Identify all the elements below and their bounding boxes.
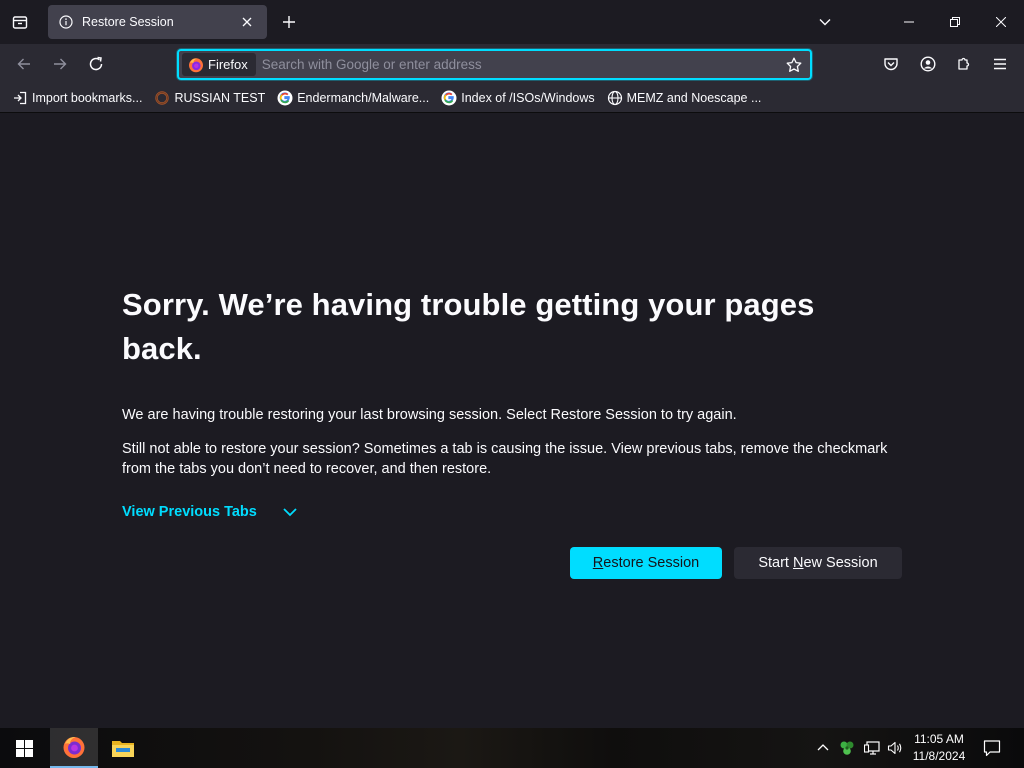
clock-date: 11/8/2024 bbox=[912, 749, 966, 763]
error-description: We are having trouble restoring your las… bbox=[122, 407, 737, 423]
import-icon bbox=[12, 90, 28, 106]
page-title: Sorry. We’re having trouble getting your… bbox=[122, 287, 815, 366]
page-content: Sorry. We’re having trouble getting your… bbox=[0, 113, 1024, 728]
firefox-logo-icon bbox=[63, 736, 85, 758]
pocket-button[interactable] bbox=[877, 50, 905, 78]
star-icon bbox=[786, 57, 802, 72]
arrow-left-icon bbox=[17, 58, 30, 70]
tray-app-icon[interactable] bbox=[836, 728, 858, 768]
search-input[interactable] bbox=[255, 51, 781, 78]
puzzle-piece-icon bbox=[958, 57, 970, 70]
volume-button[interactable] bbox=[884, 728, 906, 768]
network-icon bbox=[864, 741, 880, 755]
system-clock[interactable]: 11:05 AM 11/8/2024 bbox=[904, 731, 974, 765]
taskbar: 11:05 AM 11/8/2024 bbox=[0, 728, 1024, 768]
bookmark-label: Index of /ISOs/Windows bbox=[461, 91, 595, 105]
bookmark-label: MEMZ and Noescape ... bbox=[626, 91, 762, 105]
identity-box[interactable]: Firefox bbox=[182, 53, 256, 76]
action-center-button[interactable] bbox=[980, 736, 1004, 760]
bookmark-label: Endermanch/Malware... bbox=[297, 91, 430, 105]
bookmark-import[interactable]: Import bookmarks... bbox=[8, 86, 146, 110]
account-icon bbox=[920, 56, 936, 72]
start-button[interactable] bbox=[0, 728, 48, 768]
google-favicon-icon bbox=[441, 90, 457, 106]
error-container: Sorry. We’re having trouble getting your… bbox=[122, 283, 902, 525]
app-menu-button[interactable] bbox=[986, 50, 1014, 78]
back-button[interactable] bbox=[10, 50, 38, 78]
tab-title: Restore Session bbox=[82, 15, 174, 29]
navigation-toolbar: Firefox bbox=[0, 44, 1024, 84]
globe-icon bbox=[607, 90, 623, 106]
reload-button[interactable] bbox=[82, 50, 110, 78]
chevron-up-icon bbox=[817, 744, 829, 751]
action-buttons: Restore Session Start New Session bbox=[570, 547, 902, 579]
new-session-accesskey: N bbox=[793, 555, 804, 571]
chevron-down-icon bbox=[281, 503, 299, 521]
tab-restore-session[interactable]: Restore Session bbox=[48, 5, 267, 39]
minimize-icon bbox=[904, 21, 914, 23]
restore-window-icon bbox=[950, 17, 960, 27]
windows-logo-icon bbox=[15, 739, 33, 757]
view-previous-tabs-toggle[interactable]: View Previous Tabs bbox=[122, 499, 902, 525]
bookmark-index-isos-windows[interactable]: Index of /ISOs/Windows bbox=[437, 86, 598, 110]
chevron-down-icon bbox=[819, 19, 831, 26]
green-tray-app-icon bbox=[840, 741, 854, 755]
arrow-right-icon bbox=[54, 58, 67, 70]
show-hidden-icons-button[interactable] bbox=[814, 728, 832, 768]
network-button[interactable] bbox=[861, 728, 883, 768]
reload-icon bbox=[89, 56, 103, 71]
bookmarks-toolbar: Import bookmarks... RUSSIAN TEST Enderma… bbox=[0, 84, 1024, 113]
list-all-tabs-button[interactable] bbox=[6, 8, 34, 36]
tabs-dropdown-button[interactable] bbox=[812, 9, 838, 35]
taskbar-file-explorer[interactable] bbox=[99, 728, 147, 768]
start-new-session-button[interactable]: Start New Session bbox=[734, 547, 902, 579]
bookmark-star-button[interactable] bbox=[781, 52, 807, 78]
bookmark-memz-noescape[interactable]: MEMZ and Noescape ... bbox=[603, 86, 766, 110]
speaker-icon bbox=[887, 741, 902, 755]
new-tab-button[interactable] bbox=[276, 9, 302, 35]
new-session-label-start: Start bbox=[758, 555, 793, 571]
forward-button[interactable] bbox=[46, 50, 74, 78]
info-icon bbox=[58, 14, 74, 30]
restore-button-accesskey: R bbox=[592, 555, 604, 571]
google-favicon-icon bbox=[277, 90, 293, 106]
bookmark-label: Import bookmarks... bbox=[32, 91, 143, 105]
ring-favicon-icon bbox=[154, 90, 170, 106]
tab-list-icon bbox=[12, 16, 28, 29]
url-bar[interactable]: Firefox bbox=[176, 48, 813, 81]
close-window-button[interactable] bbox=[978, 0, 1024, 44]
bookmark-russian-test[interactable]: RUSSIAN TEST bbox=[150, 86, 269, 110]
notification-icon bbox=[983, 740, 1001, 757]
extensions-button[interactable] bbox=[950, 50, 978, 78]
taskbar-firefox[interactable] bbox=[50, 728, 98, 768]
restore-session-button[interactable]: Restore Session bbox=[570, 547, 722, 579]
error-help-text: Still not able to restore your session? … bbox=[122, 441, 888, 477]
firefox-logo-icon bbox=[189, 57, 203, 72]
restore-down-button[interactable] bbox=[932, 0, 978, 44]
identity-label: Firefox bbox=[208, 57, 248, 72]
tab-strip: Restore Session bbox=[0, 0, 1024, 44]
new-session-label-end: ew Session bbox=[803, 555, 878, 571]
hamburger-menu-icon bbox=[994, 58, 1006, 70]
view-previous-tabs-label: View Previous Tabs bbox=[122, 504, 257, 520]
folder-icon bbox=[112, 741, 134, 757]
pocket-icon bbox=[884, 58, 898, 71]
close-icon bbox=[996, 17, 1006, 27]
plus-icon bbox=[283, 16, 295, 28]
bookmark-label: RUSSIAN TEST bbox=[174, 91, 266, 105]
restore-button-label: estore Session bbox=[603, 555, 700, 571]
bookmark-endermanch-malware[interactable]: Endermanch/Malware... bbox=[273, 86, 433, 110]
minimize-button[interactable] bbox=[886, 0, 932, 44]
account-button[interactable] bbox=[914, 50, 942, 78]
close-tab-icon[interactable] bbox=[237, 12, 257, 32]
clock-time: 11:05 AM bbox=[914, 732, 964, 746]
